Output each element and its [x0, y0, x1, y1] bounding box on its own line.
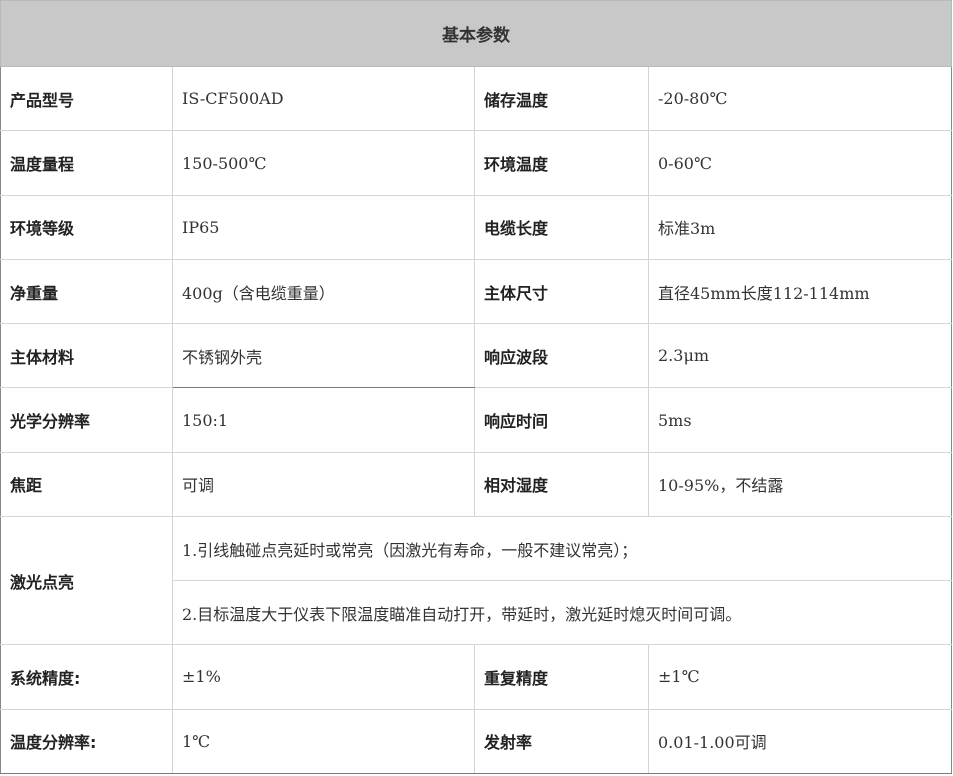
table-row: 环境等级 IP65 电缆长度 标准3m [0, 194, 952, 260]
param-value: 1℃ [172, 708, 475, 775]
laser-row-1: 激光点亮 1.引线触碰点亮延时或常亮（因激光有寿命，一般不建议常亮）； [0, 515, 952, 646]
param-value: 可调 [172, 451, 475, 517]
table-row: 主体材料 不锈钢外壳 响应波段 2.3μm [0, 323, 952, 389]
param-value: -20-80℃ [648, 66, 952, 132]
table-row: 光学分辨率 150:1 响应时间 5ms [0, 387, 952, 453]
param-value: 直径45mm长度112-114mm [648, 258, 952, 325]
param-label: 重复精度 [474, 644, 649, 710]
param-label: 发射率 [474, 708, 649, 775]
param-label: 系统精度: [0, 644, 173, 710]
param-value: 0-60℃ [648, 130, 952, 196]
param-label: 温度量程 [0, 130, 173, 196]
laser-note-2: 2.目标温度大于仪表下限温度瞄准自动打开，带延时，激光延时熄灭时间可调。 [172, 580, 952, 646]
param-label: 环境温度 [474, 130, 649, 196]
param-label: 光学分辨率 [0, 387, 173, 453]
param-label: 焦距 [0, 451, 173, 517]
param-label: 响应时间 [474, 387, 649, 453]
param-value: ±1℃ [648, 644, 952, 710]
param-label: 主体尺寸 [474, 258, 649, 325]
param-value: 2.3μm [648, 323, 952, 389]
param-label: 相对湿度 [474, 451, 649, 517]
laser-label: 激光点亮 [0, 515, 173, 646]
param-label: 响应波段 [474, 323, 649, 389]
table-row: 温度量程 150-500℃ 环境温度 0-60℃ [0, 130, 952, 196]
param-label: 储存温度 [474, 66, 649, 132]
laser-note-1: 1.引线触碰点亮延时或常亮（因激光有寿命，一般不建议常亮）； [172, 515, 952, 582]
table-header-row: 基本参数 [0, 0, 952, 68]
param-value: ±1% [172, 644, 475, 710]
param-label: 温度分辨率: [0, 708, 173, 775]
param-value: 5ms [648, 387, 952, 453]
param-label: 电缆长度 [474, 194, 649, 260]
param-value: 150-500℃ [172, 130, 475, 196]
table-row: 焦距 可调 相对湿度 10-95%，不结露 [0, 451, 952, 517]
param-label: 主体材料 [0, 323, 173, 389]
table-row: 净重量 400g（含电缆重量） 主体尺寸 直径45mm长度112-114mm [0, 258, 952, 325]
param-label: 环境等级 [0, 194, 173, 260]
param-value: 标准3m [648, 194, 952, 260]
table-row: 温度分辨率: 1℃ 发射率 0.01-1.00可调 [0, 708, 952, 775]
table-title: 基本参数 [0, 0, 952, 68]
param-value: 10-95%，不结露 [648, 451, 952, 517]
table-row: 系统精度: ±1% 重复精度 ±1℃ [0, 644, 952, 710]
param-value: IS-CF500AD [172, 66, 475, 132]
param-value: 0.01-1.00可调 [648, 708, 952, 775]
param-value: 400g（含电缆重量） [172, 258, 475, 325]
param-label: 产品型号 [0, 66, 173, 132]
table-row: 产品型号 IS-CF500AD 储存温度 -20-80℃ [0, 66, 952, 132]
param-value: 150:1 [172, 387, 475, 453]
param-value: IP65 [172, 194, 475, 260]
spec-table: 基本参数 产品型号 IS-CF500AD 储存温度 -20-80℃ 温度量程 1… [0, 0, 952, 775]
param-value: 不锈钢外壳 [172, 323, 475, 389]
param-label: 净重量 [0, 258, 173, 325]
